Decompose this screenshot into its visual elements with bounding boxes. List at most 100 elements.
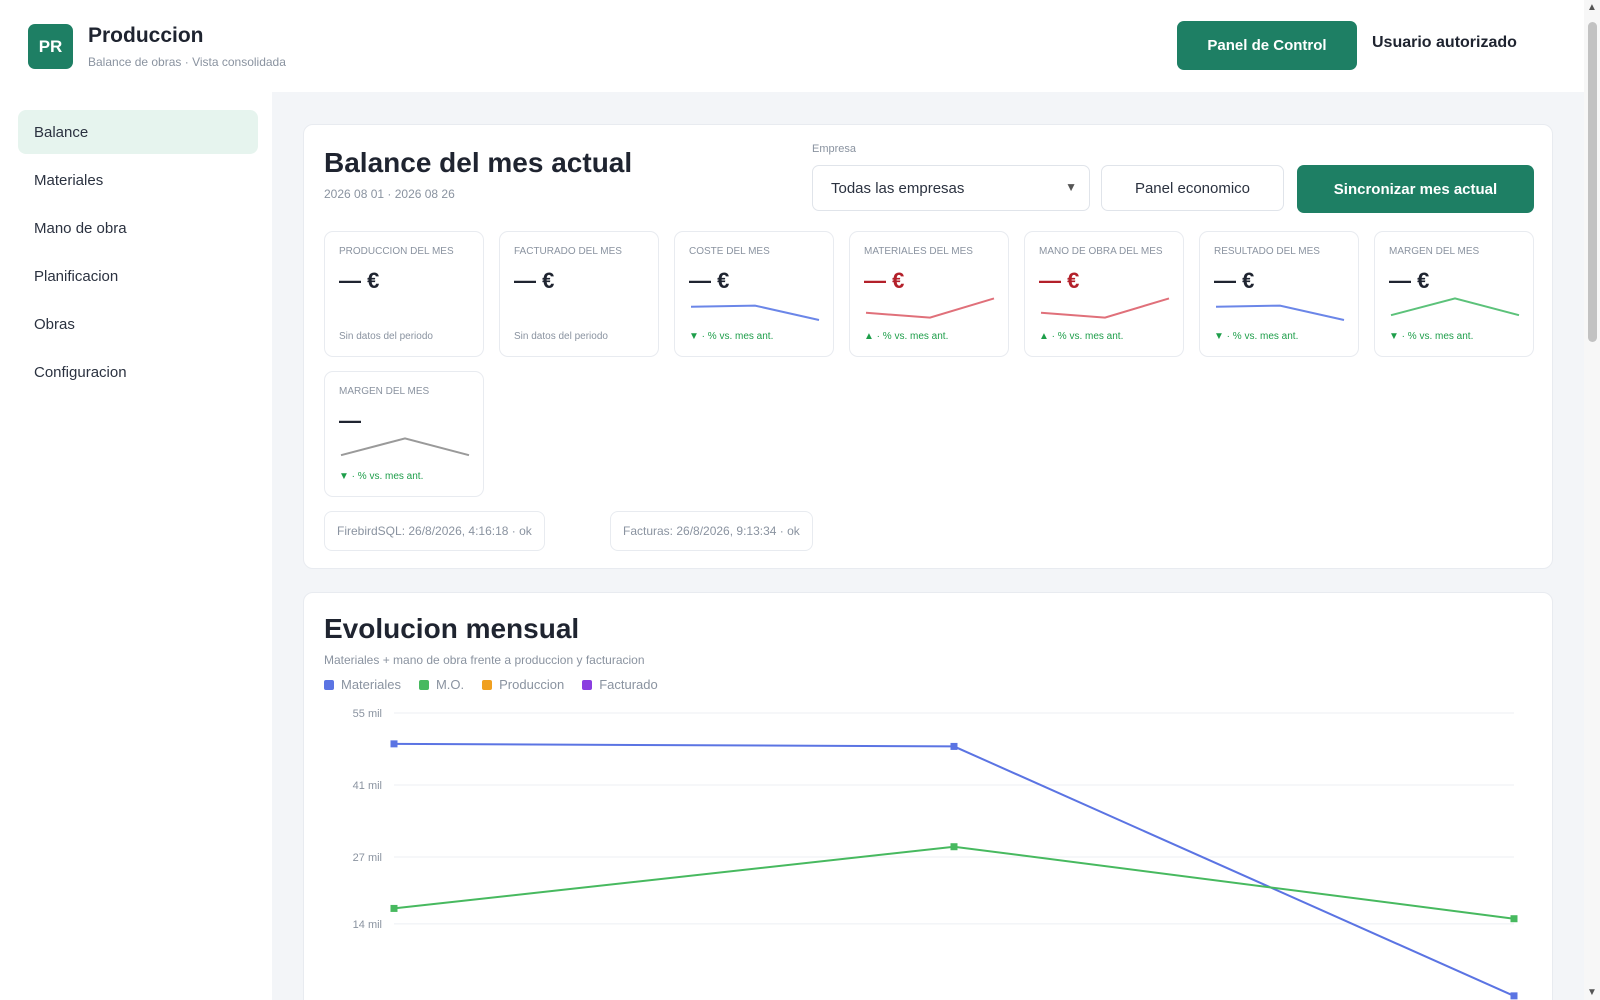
sync-month-button[interactable]: Sincronizar mes actual bbox=[1297, 165, 1534, 213]
data-point[interactable] bbox=[1510, 915, 1518, 923]
balance-card: Balance del mes actual 2026 08 01 · 2026… bbox=[303, 124, 1553, 569]
legend-label: Materiales bbox=[341, 677, 401, 692]
sparkline-path bbox=[1390, 297, 1520, 317]
legend-swatch bbox=[418, 679, 429, 690]
sidebar: Balance Materiales Mano de obra Planific… bbox=[0, 92, 272, 1000]
kpi-label: FACTURADO DEL MES bbox=[514, 246, 622, 257]
sidebar-item-planificacion[interactable]: Planificacion bbox=[18, 254, 258, 298]
legend-swatch bbox=[582, 679, 593, 690]
kpi-foot: ▲ · % vs. mes ant. bbox=[1039, 331, 1124, 342]
evolution-chart: 55 mil 41 mil 27 mil 14 mil bbox=[353, 708, 1518, 1000]
kpi-value: — € bbox=[339, 268, 380, 293]
kpi-card: COSTE DEL MES — € ▼ · % vs. mes ant. bbox=[674, 231, 834, 357]
kpi-foot: ▼ · % vs. mes ant. bbox=[689, 331, 774, 342]
legend-label: Facturado bbox=[599, 677, 658, 692]
sparkline-path bbox=[690, 304, 820, 321]
app-header: PR Produccion Balance de obras · Vista c… bbox=[0, 0, 1584, 92]
control-panel-button[interactable]: Panel de Control bbox=[1177, 21, 1357, 70]
scroll-thumb[interactable] bbox=[1588, 22, 1597, 342]
legend-swatch bbox=[482, 679, 493, 690]
user-label[interactable]: Usuario autorizado bbox=[1372, 34, 1517, 52]
sidebar-item-label: Balance bbox=[34, 123, 89, 141]
company-select-value: Todas las empresas bbox=[831, 179, 965, 197]
kpi-label: MANO DE OBRA DEL MES bbox=[1039, 246, 1163, 257]
company-select[interactable]: Todas las empresas ▼ bbox=[812, 165, 1090, 211]
kpi-sparkline bbox=[1040, 297, 1170, 319]
legend-swatch bbox=[324, 679, 334, 690]
sidebar-item-label: Mano de obra bbox=[34, 219, 127, 237]
kpi-foot: ▲ · % vs. mes ant. bbox=[864, 331, 949, 342]
balance-title: Balance del mes actual bbox=[324, 147, 633, 178]
series-line-materiales[interactable] bbox=[393, 742, 1515, 997]
sidebar-item-label: Configuracion bbox=[34, 363, 127, 381]
kpi-label: MARGEN DEL MES bbox=[1389, 246, 1480, 257]
sidebar-item-label: Materiales bbox=[34, 171, 104, 189]
legend-label: Produccion bbox=[499, 677, 565, 692]
kpi-label: COSTE DEL MES bbox=[689, 246, 770, 257]
kpi-sparkline bbox=[865, 297, 995, 319]
kpi-foot: Sin datos del periodo bbox=[339, 331, 433, 342]
data-point[interactable] bbox=[390, 904, 398, 912]
app-title: Produccion bbox=[88, 24, 204, 47]
evolution-title: Evolucion mensual bbox=[324, 613, 580, 644]
sparkline-path bbox=[1040, 297, 1170, 319]
sync-status-chip: FirebirdSQL: 26/8/2026, 4:16:18 · ok bbox=[324, 511, 545, 551]
company-label: Empresa bbox=[812, 143, 857, 155]
sparkline-path bbox=[865, 297, 995, 319]
sidebar-item-label: Planificacion bbox=[34, 267, 119, 285]
kpi-label: MARGEN DEL MES bbox=[339, 386, 430, 397]
app-subtitle: Balance de obras · Vista consolidada bbox=[88, 55, 286, 69]
kpi-label: PRODUCCION DEL MES bbox=[339, 246, 454, 257]
kpi-foot: ▼ · % vs. mes ant. bbox=[339, 471, 424, 482]
legend-item[interactable]: M.O. bbox=[418, 677, 465, 692]
data-point[interactable] bbox=[1510, 992, 1518, 1000]
economic-panel-button[interactable]: Panel economico bbox=[1101, 165, 1284, 211]
sidebar-item-mano-de-obra[interactable]: Mano de obra bbox=[18, 206, 258, 250]
sidebar-item-obras[interactable]: Obras bbox=[18, 302, 258, 346]
app-logo: PR bbox=[28, 24, 73, 69]
data-point[interactable] bbox=[950, 742, 958, 750]
sidebar-item-materiales[interactable]: Materiales bbox=[18, 158, 258, 202]
legend-label: M.O. bbox=[435, 677, 465, 692]
kpi-card: MANO DE OBRA DEL MES — € ▲ · % vs. mes a… bbox=[1024, 231, 1184, 357]
sidebar-item-label: Obras bbox=[34, 315, 75, 333]
kpi-foot: ▼ · % vs. mes ant. bbox=[1214, 331, 1299, 342]
kpi-label: MATERIALES DEL MES bbox=[864, 246, 973, 257]
kpi-sparkline bbox=[1215, 304, 1345, 321]
chart-legend: Materiales M.O. Produccion Facturado bbox=[324, 677, 658, 692]
kpi-sparkline bbox=[1390, 297, 1520, 317]
kpi-card: MARGEN DEL MES — € ▼ · % vs. mes ant. bbox=[1374, 231, 1534, 357]
y-tick-label: 14 mil bbox=[353, 919, 382, 931]
sparkline-path bbox=[1215, 304, 1345, 321]
data-point[interactable] bbox=[390, 740, 398, 748]
legend-item[interactable]: Produccion bbox=[482, 677, 564, 692]
kpi-card: RESULTADO DEL MES — € ▼ · % vs. mes ant. bbox=[1199, 231, 1359, 357]
kpi-card: FACTURADO DEL MES — € Sin datos del peri… bbox=[499, 231, 659, 357]
y-tick-label: 41 mil bbox=[353, 780, 382, 792]
sidebar-item-balance[interactable]: Balance bbox=[18, 110, 258, 154]
kpi-card: MATERIALES DEL MES — € ▲ · % vs. mes ant… bbox=[849, 231, 1009, 357]
kpi-value: — € bbox=[514, 268, 555, 293]
y-tick-label: 27 mil bbox=[353, 852, 382, 864]
data-point[interactable] bbox=[950, 843, 958, 851]
scroll-up-icon[interactable]: ▲ bbox=[1587, 2, 1597, 13]
sidebar-item-configuracion[interactable]: Configuracion bbox=[18, 350, 258, 394]
legend-item[interactable]: Facturado bbox=[582, 677, 658, 692]
kpi-card: PRODUCCION DEL MES — € Sin datos del per… bbox=[324, 231, 484, 357]
kpi-foot: Sin datos del periodo bbox=[514, 331, 608, 342]
kpi-sparkline bbox=[340, 437, 470, 457]
kpi-foot: ▼ · % vs. mes ant. bbox=[1389, 331, 1474, 342]
balance-period: 2026 08 01 · 2026 08 26 bbox=[324, 187, 455, 201]
sync-status-chip: Facturas: 26/8/2026, 9:13:34 · ok bbox=[610, 511, 813, 551]
y-tick-label: 55 mil bbox=[353, 708, 382, 720]
kpi-sparkline bbox=[690, 304, 820, 321]
page-scrollbar[interactable]: ▲ ▼ bbox=[1584, 0, 1600, 1000]
evolution-card: Evolucion mensual Materiales + mano de o… bbox=[303, 592, 1553, 1000]
legend-item[interactable]: Materiales bbox=[324, 677, 401, 692]
sparkline-path bbox=[340, 437, 470, 457]
chevron-down-icon: ▼ bbox=[1065, 180, 1077, 194]
scroll-down-icon[interactable]: ▼ bbox=[1587, 987, 1597, 998]
kpi-card: MARGEN DEL MES — ▼ · % vs. mes ant. bbox=[324, 371, 484, 497]
kpi-label: RESULTADO DEL MES bbox=[1214, 246, 1320, 257]
evolution-subtitle: Materiales + mano de obra frente a produ… bbox=[324, 653, 645, 667]
